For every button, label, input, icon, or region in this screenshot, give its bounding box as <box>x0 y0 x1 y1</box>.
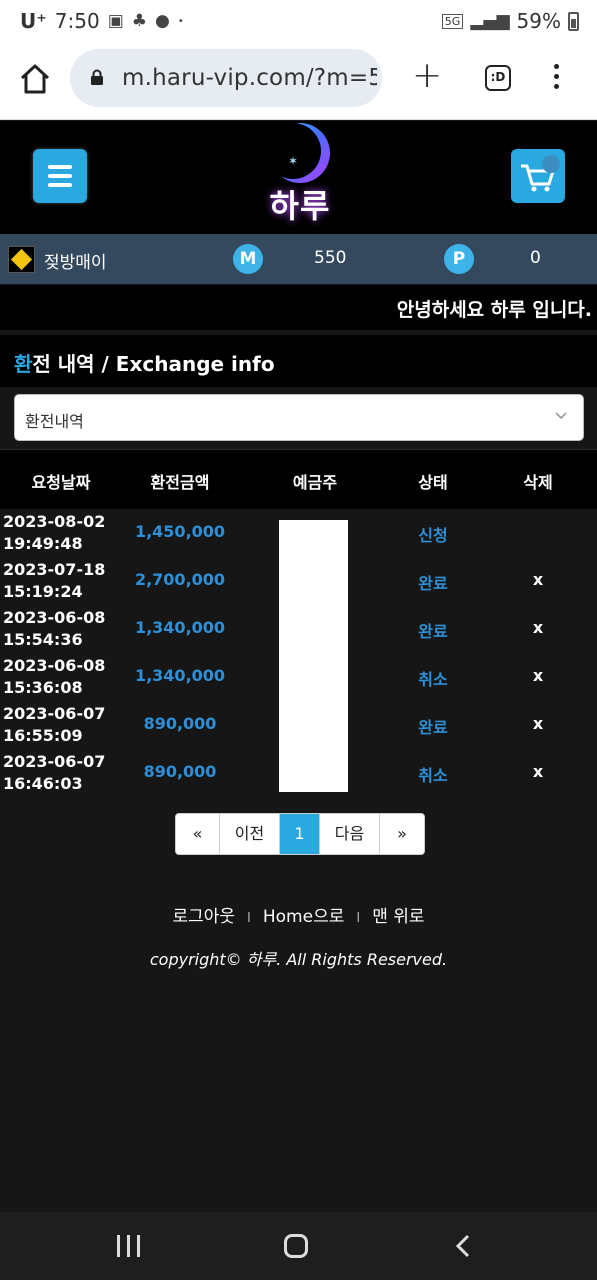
carrier-label: U⁺ <box>20 9 47 33</box>
lock-icon <box>91 69 103 85</box>
row-delete-button[interactable]: x <box>510 762 566 781</box>
logout-link[interactable]: 로그아웃 <box>172 907 235 927</box>
moon-logo[interactable]: ✶ 하루 <box>245 121 355 231</box>
row-date: 2023-06-08 15:36:08 <box>3 656 106 697</box>
p-badge-icon: P <box>444 244 474 274</box>
kids-icon: ♣ <box>131 11 148 31</box>
header-date: 요청날짜 <box>31 473 91 492</box>
row-date: 2023-06-08 15:54:36 <box>3 608 106 649</box>
m-badge-icon: M <box>233 244 263 274</box>
browser-toolbar: m.haru-vip.com/?m=5 + :D <box>0 44 597 120</box>
time-label: 7:50 <box>54 9 100 33</box>
row-status: 완료 <box>418 718 448 737</box>
header-amount: 환전금액 <box>150 473 210 492</box>
page-1-button[interactable]: 1 <box>280 814 320 854</box>
header-depositor: 예금주 <box>292 473 338 492</box>
page-title-rest: 전 내역 / Exchange info <box>32 352 275 376</box>
row-delete-button[interactable]: x <box>510 714 566 733</box>
row-amount: 1,340,000 <box>134 618 226 637</box>
depositor-redaction <box>279 520 348 792</box>
table-header: 요청날짜 환전금액 예금주 상태 삭제 <box>0 449 597 509</box>
talk-icon: ● <box>155 11 170 31</box>
page-title: 환전 내역 / Exchange info <box>14 348 275 377</box>
row-status: 취소 <box>418 766 448 785</box>
footer-links: 로그아웃 I Home으로 I 맨 위로 <box>0 902 597 927</box>
url-text: m.haru-vip.com/?m=5 <box>122 65 377 91</box>
prev-page-button[interactable]: 이전 <box>220 814 280 854</box>
row-date: 2023-06-07 16:46:03 <box>3 752 106 793</box>
row-amount: 2,700,000 <box>134 570 226 589</box>
address-bar[interactable]: m.haru-vip.com/?m=5 <box>70 49 382 107</box>
battery-icon <box>568 11 579 31</box>
last-page-button[interactable]: » <box>380 814 424 854</box>
menu-dots-icon[interactable] <box>552 64 560 94</box>
chevron-down-icon <box>555 412 567 420</box>
site-header: ✶ 하루 <box>0 121 597 234</box>
network-label: 5G <box>441 13 464 29</box>
signal-icon: ▂▄▆ <box>470 11 510 31</box>
greeting-bar: 안녕하세요 하루 입니다. <box>0 285 597 330</box>
next-page-button[interactable]: 다음 <box>320 814 380 854</box>
dot-icon: • <box>177 15 184 27</box>
row-status: 취소 <box>418 670 448 689</box>
level-gem-icon <box>8 246 35 273</box>
row-status: 신청 <box>418 526 448 545</box>
home-link[interactable]: Home으로 <box>263 907 344 927</box>
home-icon[interactable] <box>18 62 52 96</box>
header-status: 상태 <box>418 473 448 492</box>
image-icon: ▣ <box>107 11 124 31</box>
back-icon[interactable] <box>454 1234 474 1258</box>
svg-text:✶: ✶ <box>288 154 298 168</box>
header-delete: 삭제 <box>523 473 553 492</box>
row-date: 2023-07-18 15:19:24 <box>3 560 106 601</box>
first-page-button[interactable]: « <box>176 814 220 854</box>
section-title-bar: 환전 내역 / Exchange info <box>0 335 597 387</box>
row-date: 2023-08-02 19:49:48 <box>3 512 106 553</box>
pagination: « 이전 1 다음 » <box>175 813 425 855</box>
footer-separator: I <box>247 911 251 926</box>
row-delete-button[interactable]: x <box>510 570 566 589</box>
row-date: 2023-06-07 16:55:09 <box>3 704 106 745</box>
battery-label: 59% <box>516 9 561 33</box>
p-balance: 0 <box>530 248 541 268</box>
m-balance: 550 <box>314 248 347 268</box>
tabs-icon[interactable]: :D <box>485 65 511 91</box>
username: 젖방매이 <box>44 253 107 273</box>
user-info-bar: 젖방매이 M 550 P 0 <box>0 234 597 284</box>
home-nav-icon[interactable] <box>284 1234 308 1258</box>
row-status: 완료 <box>418 622 448 641</box>
footer-separator: I <box>356 911 361 926</box>
row-amount: 890,000 <box>143 762 217 781</box>
status-bar: U⁺ 7:50 ▣ ♣ ● • 5G ▂▄▆ 59% <box>0 0 597 44</box>
system-nav-bar <box>0 1212 597 1280</box>
select-value: 환전내역 <box>25 412 84 431</box>
row-delete-button[interactable]: x <box>510 666 566 685</box>
page-title-accent: 환 <box>14 352 33 376</box>
cart-icon[interactable] <box>511 149 565 203</box>
row-amount: 890,000 <box>143 714 217 733</box>
recent-apps-icon[interactable] <box>117 1235 141 1257</box>
copyright-text: copyright© 하루. All Rights Reserved. <box>149 950 448 969</box>
top-link[interactable]: 맨 위로 <box>372 907 424 927</box>
plus-icon[interactable]: + <box>412 58 442 94</box>
row-amount: 1,450,000 <box>134 522 226 541</box>
row-amount: 1,340,000 <box>134 666 226 685</box>
row-delete-button[interactable]: x <box>510 618 566 637</box>
history-type-select[interactable]: 환전내역 <box>14 394 584 441</box>
hamburger-icon[interactable] <box>33 149 87 203</box>
greeting-text: 안녕하세요 하루 입니다. <box>396 299 592 321</box>
row-status: 완료 <box>418 574 448 593</box>
logo-text: 하루 <box>269 187 331 225</box>
